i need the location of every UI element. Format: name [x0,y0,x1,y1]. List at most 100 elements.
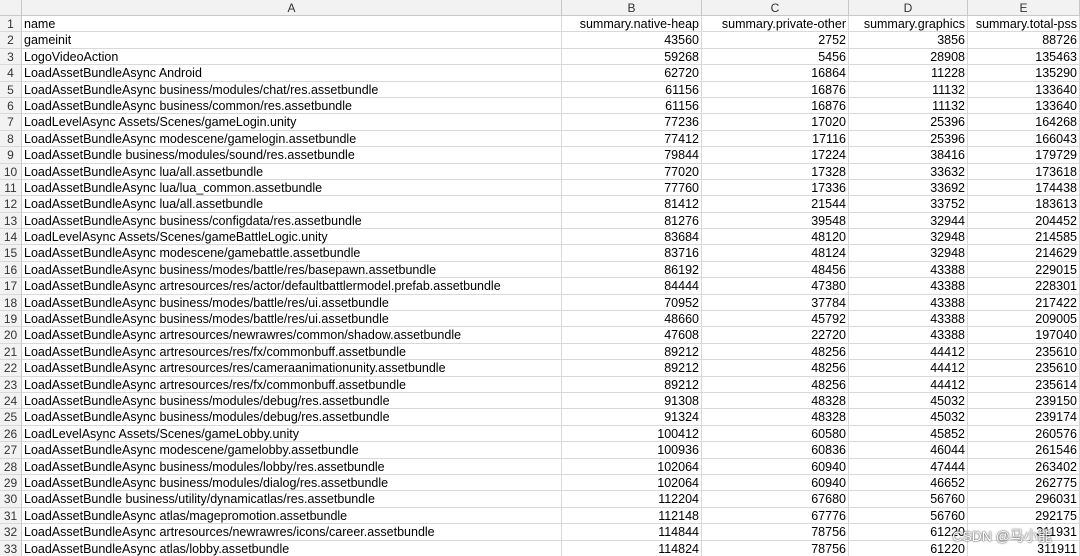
column-header-d[interactable]: D [849,0,968,16]
cell-e[interactable]: 235610 [968,360,1080,377]
cell-c[interactable]: 60940 [702,474,849,492]
cell-d[interactable]: summary.graphics [849,16,968,33]
cell-e[interactable]: 260576 [968,425,1080,443]
cell-c[interactable]: 67776 [702,507,849,525]
cell-b[interactable]: 84444 [562,278,702,295]
cell-b[interactable]: 112148 [562,507,702,525]
cell-c[interactable]: 48256 [702,343,849,361]
cell-e[interactable]: 262775 [968,474,1080,492]
cell-e[interactable]: 296031 [968,491,1080,508]
cell-b[interactable]: 77236 [562,114,702,131]
row-number[interactable]: 21 [0,343,22,361]
cell-b[interactable]: 89212 [562,360,702,377]
cell-d[interactable]: 56760 [849,491,968,508]
cell-a[interactable]: LoadAssetBundleAsync modescene/gamelobby… [22,442,562,459]
cell-e[interactable]: 239174 [968,409,1080,426]
cell-e[interactable]: summary.total-pss [968,16,1080,33]
cell-a[interactable]: LoadAssetBundleAsync business/modules/de… [22,409,562,426]
cell-e[interactable]: 174438 [968,179,1080,197]
row-number[interactable]: 27 [0,442,22,459]
row-number[interactable]: 29 [0,474,22,492]
cell-c[interactable]: 22720 [702,327,849,344]
cell-b[interactable]: 61156 [562,81,702,98]
cell-d[interactable]: 45032 [849,409,968,426]
cell-d[interactable]: 43388 [849,311,968,328]
cell-c[interactable]: 2752 [702,32,849,49]
cell-b[interactable]: 77760 [562,179,702,197]
cell-c[interactable]: 67680 [702,491,849,508]
row-number[interactable]: 9 [0,147,22,164]
cell-d[interactable]: 38416 [849,147,968,164]
cell-b[interactable]: 102064 [562,458,702,475]
cell-a[interactable]: LoadAssetBundleAsync artresources/newraw… [22,327,562,344]
cell-e[interactable]: 88726 [968,32,1080,49]
cell-e[interactable]: 183613 [968,196,1080,213]
cell-d[interactable]: 45852 [849,425,968,443]
row-number[interactable]: 13 [0,212,22,230]
row-number[interactable]: 8 [0,130,22,148]
cell-c[interactable]: 17328 [702,163,849,180]
row-number[interactable]: 7 [0,114,22,131]
cell-a[interactable]: LoadAssetBundleAsync lua/all.assetbundle [22,196,562,213]
cell-e[interactable]: 217422 [968,294,1080,312]
cell-a[interactable]: LoadLevelAsync Assets/Scenes/gameLobby.u… [22,425,562,443]
cell-b[interactable]: 77020 [562,163,702,180]
cell-b[interactable]: 47608 [562,327,702,344]
row-number[interactable]: 3 [0,48,22,66]
cell-d[interactable]: 25396 [849,114,968,131]
cell-d[interactable]: 25396 [849,130,968,148]
cell-d[interactable]: 43388 [849,327,968,344]
cell-d[interactable]: 11228 [849,65,968,82]
cell-c[interactable]: 48456 [702,261,849,279]
cell-b[interactable]: 48660 [562,311,702,328]
cell-a[interactable]: LogoVideoAction [22,48,562,66]
cell-b[interactable]: 83716 [562,245,702,262]
cell-b[interactable]: 83684 [562,229,702,246]
cell-a[interactable]: LoadAssetBundleAsync business/configdata… [22,212,562,230]
cell-e[interactable]: 235614 [968,376,1080,393]
cell-a[interactable]: LoadAssetBundleAsync artresources/res/fx… [22,343,562,361]
cell-e[interactable]: 173618 [968,163,1080,180]
cell-d[interactable]: 43388 [849,261,968,279]
cell-e[interactable]: 166043 [968,130,1080,148]
row-number[interactable]: 1 [0,16,22,33]
cell-a[interactable]: LoadAssetBundleAsync business/modules/di… [22,474,562,492]
row-number[interactable]: 6 [0,97,22,115]
cell-d[interactable]: 45032 [849,392,968,410]
cell-c[interactable]: 60580 [702,425,849,443]
cell-d[interactable]: 43388 [849,294,968,312]
cell-e[interactable]: 135463 [968,48,1080,66]
cell-a[interactable]: LoadAssetBundleAsync business/modules/ch… [22,81,562,98]
cell-b[interactable]: 102064 [562,474,702,492]
cell-c[interactable]: 16876 [702,81,849,98]
cell-b[interactable]: 79844 [562,147,702,164]
cell-b[interactable]: 114844 [562,524,702,541]
cell-e[interactable]: 228301 [968,278,1080,295]
row-number[interactable]: 23 [0,376,22,393]
cell-d[interactable]: 32944 [849,212,968,230]
cell-e[interactable]: 197040 [968,327,1080,344]
cell-c[interactable]: 48124 [702,245,849,262]
cell-b[interactable]: 86192 [562,261,702,279]
cell-d[interactable]: 47444 [849,458,968,475]
cell-c[interactable]: 16864 [702,65,849,82]
cell-a[interactable]: LoadAssetBundleAsync business/common/res… [22,97,562,115]
cell-a[interactable]: LoadAssetBundleAsync atlas/magepromotion… [22,507,562,525]
cell-d[interactable]: 44412 [849,360,968,377]
cell-c[interactable]: 17020 [702,114,849,131]
cell-e[interactable]: 133640 [968,97,1080,115]
cell-d[interactable]: 11132 [849,97,968,115]
cell-c[interactable]: 47380 [702,278,849,295]
row-number[interactable]: 11 [0,179,22,197]
cell-a[interactable]: LoadAssetBundleAsync artresources/res/ca… [22,360,562,377]
row-number[interactable]: 25 [0,409,22,426]
row-number[interactable]: 12 [0,196,22,213]
cell-c[interactable]: 39548 [702,212,849,230]
cell-a[interactable]: LoadAssetBundleAsync modescene/gamebattl… [22,245,562,262]
row-number[interactable]: 31 [0,507,22,525]
row-number[interactable]: 28 [0,458,22,475]
row-number[interactable]: 20 [0,327,22,344]
cell-a[interactable]: LoadAssetBundleAsync atlas/lobby.assetbu… [22,540,562,556]
row-number[interactable]: 2 [0,32,22,49]
cell-c[interactable]: 48256 [702,376,849,393]
